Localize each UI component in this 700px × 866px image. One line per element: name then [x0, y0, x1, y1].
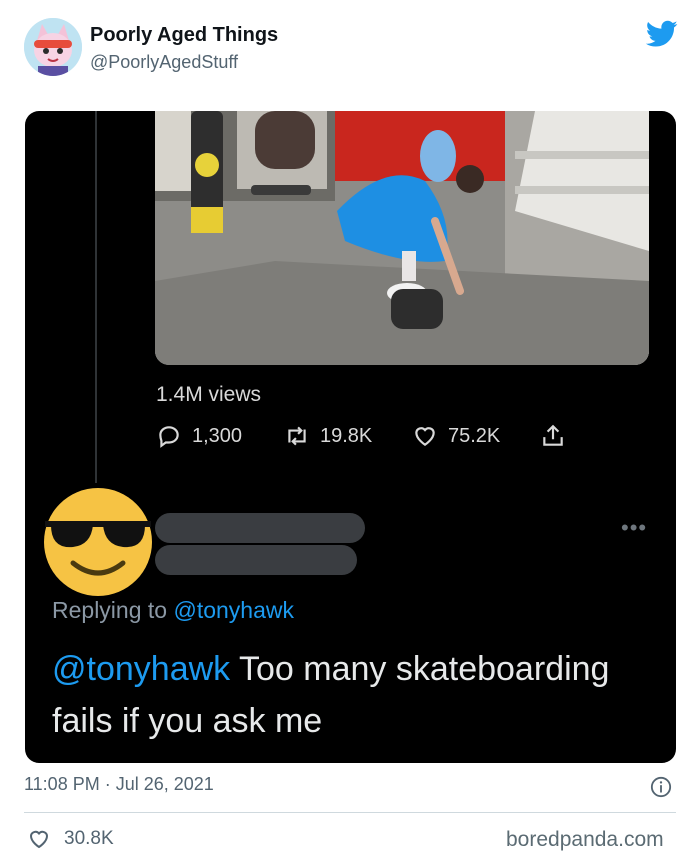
avatar-cat-icon — [24, 18, 82, 76]
reply-text: @tonyhawk Too many skateboarding fails i… — [52, 643, 662, 747]
divider — [24, 812, 676, 813]
skateboard-video-frame — [155, 111, 649, 365]
reply-mention[interactable]: @tonyhawk — [52, 650, 230, 688]
reply-count: 1,300 — [192, 424, 243, 447]
tweet-header: Poorly Aged Things @PoorlyAgedStuff — [0, 0, 700, 100]
more-options-icon[interactable]: ••• — [621, 515, 647, 541]
watermark: boredpanda.com — [506, 828, 664, 851]
engagement-bar: 1,300 19.8K 75.2K — [156, 423, 616, 453]
heart-icon — [29, 830, 49, 849]
tweet-like-count: 30.8K — [64, 828, 114, 849]
sunglasses-emoji-icon — [44, 488, 152, 596]
share-action[interactable] — [540, 423, 566, 449]
redacted-name — [155, 513, 365, 543]
replying-to: Replying to @tonyhawk — [52, 597, 294, 624]
replying-mention[interactable]: @tonyhawk — [173, 597, 294, 623]
twitter-bird-icon[interactable] — [646, 20, 678, 48]
reply-icon — [159, 426, 179, 448]
display-name[interactable]: Poorly Aged Things — [90, 24, 278, 47]
retweet-count: 19.8K — [320, 424, 373, 447]
video-thumbnail[interactable] — [155, 111, 649, 365]
view-count: 1.4M views — [156, 383, 262, 406]
replying-prefix: Replying to — [52, 597, 168, 623]
like-count: 75.2K — [448, 424, 501, 447]
embedded-screenshot: 1.4M views 1,300 19.8K 75.2K ••• Replyin… — [25, 111, 676, 763]
tweet-likes[interactable]: 30.8K — [26, 827, 114, 851]
retweet-action[interactable]: 19.8K — [284, 423, 372, 449]
heart-icon — [415, 427, 435, 446]
reply-action[interactable]: 1,300 — [156, 423, 242, 449]
thread-line — [95, 111, 97, 483]
profile-avatar[interactable] — [24, 18, 82, 76]
redacted-handle — [155, 545, 357, 575]
tweet-timestamp[interactable]: 11:08 PM · Jul 26, 2021 — [24, 774, 214, 795]
like-action[interactable]: 75.2K — [412, 423, 500, 449]
user-handle[interactable]: @PoorlyAgedStuff — [90, 52, 238, 73]
info-icon[interactable] — [650, 776, 672, 798]
retweet-icon — [288, 426, 306, 446]
share-icon — [543, 424, 563, 446]
